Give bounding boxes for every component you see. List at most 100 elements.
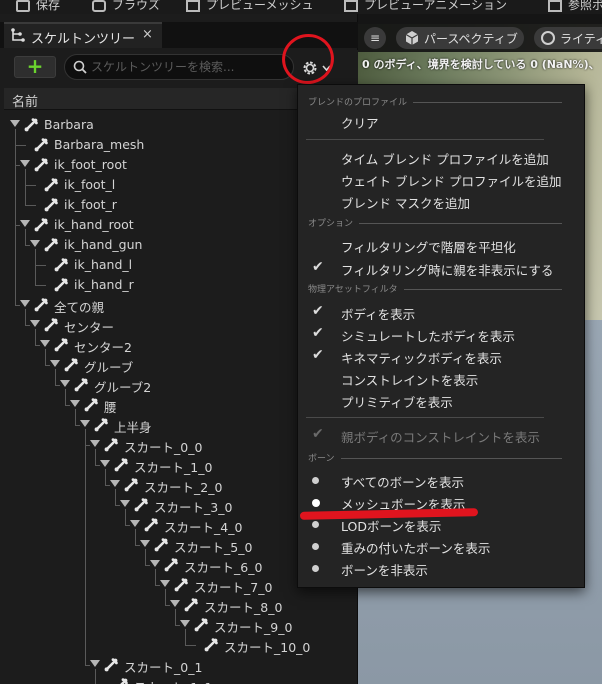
bone-icon: [54, 277, 68, 292]
bone-label: スカート_9_0: [214, 620, 293, 635]
bone-label: スカート_0_1: [124, 660, 203, 675]
expand-arrow-icon[interactable]: [30, 240, 40, 247]
bone-icon: [44, 317, 58, 332]
menu-item-show-primitives[interactable]: プリミティブを表示: [298, 389, 584, 411]
section-label: ボーン: [308, 451, 341, 464]
search-box: [64, 54, 294, 80]
save-icon: [16, 0, 30, 12]
expand-arrow-icon[interactable]: [130, 520, 140, 527]
expand-arrow-icon[interactable]: [30, 320, 40, 327]
tree-guide: [95, 669, 96, 684]
menu-item-label: タイム ブレンド プロファイルを追加: [341, 152, 549, 167]
section-blend-profiles: ブレンドのプロファイル: [308, 95, 578, 109]
reference-button[interactable]: 参照ポ: [548, 0, 602, 13]
menu-item-add-time-blend-profile[interactable]: タイム ブレンド プロファイルを追加: [298, 146, 584, 168]
tree-guide: [185, 645, 196, 646]
bone-label: スカート_1_0: [134, 460, 213, 475]
tree-guide: [165, 589, 166, 605]
expand-arrow-icon[interactable]: [50, 360, 60, 367]
tree-row[interactable]: スカート_8_0: [0, 595, 358, 615]
expand-arrow-icon[interactable]: [40, 340, 50, 347]
expand-arrow-icon[interactable]: [20, 300, 30, 307]
tree-row[interactable]: スカート_0_1: [0, 655, 358, 675]
bone-label: センター2: [74, 340, 132, 355]
expand-arrow-icon[interactable]: [100, 460, 110, 467]
cube-icon: [405, 31, 419, 45]
menu-item-clear[interactable]: クリア: [298, 110, 584, 132]
bone-icon: [54, 337, 68, 352]
expand-arrow-icon[interactable]: [170, 600, 180, 607]
expand-arrow-icon[interactable]: [120, 500, 130, 507]
tree-guide: [25, 205, 36, 206]
bone-label: 腰: [104, 400, 117, 415]
column-header-label: 名前: [12, 95, 39, 110]
bone-label: 全ての親: [54, 300, 105, 315]
menu-item-show-simulated-bodies[interactable]: ✔ シミュレートしたボディを表示: [298, 323, 584, 345]
tree-guide: [35, 265, 46, 266]
close-icon[interactable]: ×: [142, 27, 153, 42]
tree-guide: [95, 449, 96, 465]
tree-row[interactable]: スカート_1_1: [0, 675, 358, 684]
menu-item-hide-parents[interactable]: ✔ フィルタリング時に親を非表示にする: [298, 257, 584, 279]
section-label: オプション: [308, 216, 360, 229]
menu-item-show-all-bones[interactable]: すべてのボーンを表示: [298, 469, 584, 491]
menu-item-label: プリミティブを表示: [341, 395, 453, 410]
expand-arrow-icon[interactable]: [140, 540, 150, 547]
viewport-menu-button[interactable]: ≡: [364, 27, 386, 49]
bone-icon: [34, 137, 48, 152]
tree-guide: [185, 629, 186, 645]
tree-row[interactable]: スカート_9_0: [0, 615, 358, 635]
menu-item-add-weight-blend-profile[interactable]: ウェイト ブレンド プロファイルを追加: [298, 168, 584, 190]
menu-item-label: 親ボディのコンストレイントを表示: [341, 430, 540, 445]
bone-icon: [104, 657, 118, 672]
menu-item-add-blend-mask[interactable]: ブレンド マスクを追加: [298, 190, 584, 212]
search-icon: [73, 60, 87, 74]
bone-icon: [104, 437, 118, 452]
menu-item-show-kinematic-bodies[interactable]: ✔ キネマティックボディを表示: [298, 345, 584, 367]
bone-icon: [114, 457, 128, 472]
search-input[interactable]: [91, 58, 286, 76]
preview-animation-button[interactable]: プレビューアニメーション: [344, 0, 507, 13]
tree-guide: [25, 169, 26, 205]
expand-arrow-icon[interactable]: [150, 560, 160, 567]
preview-mesh-button[interactable]: プレビューメッシュ: [186, 0, 314, 13]
tree-row[interactable]: スカート_10_0: [0, 635, 358, 655]
check-icon: ✔: [312, 325, 324, 341]
bone-icon: [174, 577, 188, 592]
tree-guide: [25, 185, 36, 186]
menu-item-hide-bones[interactable]: ボーンを非表示: [298, 557, 584, 579]
expand-arrow-icon[interactable]: [60, 380, 70, 387]
bone-icon: [144, 517, 158, 532]
bone-label: スカート_0_0: [124, 440, 203, 455]
bone-icon: [114, 677, 128, 684]
expand-arrow-icon[interactable]: [80, 420, 90, 427]
tree-guide: [25, 309, 26, 325]
expand-arrow-icon[interactable]: [180, 620, 190, 627]
browse-button[interactable]: ブラウズ: [92, 0, 160, 13]
add-button[interactable]: +: [14, 56, 56, 78]
bone-icon: [44, 197, 58, 212]
section-bones: ボーン: [308, 451, 578, 465]
browse-icon: [92, 0, 106, 12]
expand-arrow-icon[interactable]: [70, 400, 80, 407]
menu-item-show-bodies[interactable]: ✔ ボディを表示: [298, 301, 584, 323]
bone-icon: [124, 477, 138, 492]
expand-arrow-icon[interactable]: [20, 160, 30, 167]
expand-arrow-icon[interactable]: [90, 660, 100, 667]
menu-item-label: ブレンド マスクを追加: [341, 196, 470, 211]
expand-arrow-icon[interactable]: [10, 120, 20, 127]
expand-arrow-icon[interactable]: [20, 220, 30, 227]
tree-guide: [65, 389, 66, 405]
menu-item-show-constraints[interactable]: コンストレイントを表示: [298, 367, 584, 389]
perspective-button[interactable]: パースペクティブ: [396, 27, 524, 49]
menu-item-show-weighted-bones[interactable]: 重みの付いたボーンを表示: [298, 535, 584, 557]
bone-icon: [24, 117, 38, 132]
save-button[interactable]: 保存: [16, 0, 60, 13]
expand-arrow-icon[interactable]: [160, 580, 170, 587]
radio-icon: [312, 477, 319, 484]
expand-arrow-icon[interactable]: [90, 440, 100, 447]
menu-item-flatten-hierarchy[interactable]: フィルタリングで階層を平坦化: [298, 234, 584, 256]
expand-arrow-icon[interactable]: [110, 480, 120, 487]
tab-skeleton-tree[interactable]: スケルトンツリー ×: [4, 22, 162, 48]
lighting-button[interactable]: ライティ: [534, 27, 602, 49]
